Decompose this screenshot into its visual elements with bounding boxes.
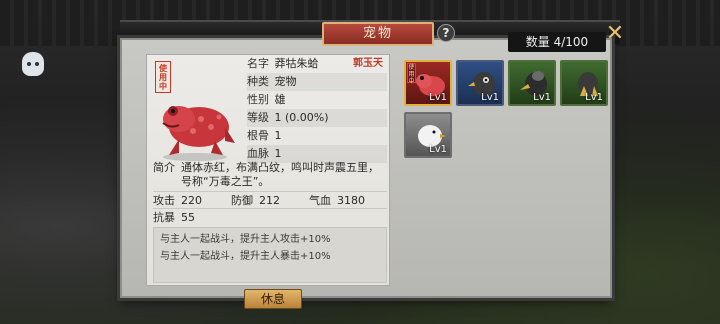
in-use-mini-tag: 使用中 xyxy=(407,63,416,85)
field-name: 名字 莽牯朱蛤 郭玉天 xyxy=(247,55,387,73)
pet-slot-vulture[interactable]: Lv1 xyxy=(508,60,556,106)
pet-slot-white-bird[interactable]: Lv1 xyxy=(404,112,452,158)
close-button[interactable]: ✕ xyxy=(604,23,626,46)
pet-slot-falcon[interactable]: Lv1 xyxy=(560,60,608,106)
rest-button[interactable]: 休息 xyxy=(244,289,302,309)
pet-grid: 使用中 Lv1 Lv1 Lv1 Lv1 Lv1 xyxy=(400,56,610,256)
field-level: 等级 1 (0.00%) xyxy=(247,109,387,127)
stats-row-1: 攻击 220 防御 212 气血 3180 xyxy=(153,191,387,208)
pet-detail-card: 使用中 名字 莽牯朱蛤 郭玉天 种类 宠物 性别 雄 等级 1 (0.00%) … xyxy=(146,54,390,286)
pet-description: 简介 通体赤红，布满凸纹，鸣叫时声震五里，号称“万毒之王”。 xyxy=(153,161,379,188)
field-gender: 性别 雄 xyxy=(247,93,286,106)
owner-tag: 郭玉天 xyxy=(353,58,383,69)
side-robot-icon[interactable] xyxy=(22,52,44,76)
skill-item: 与主人一起战斗，提升主人攻击+10% xyxy=(160,234,331,245)
stats-row-2: 抗暴 55 xyxy=(153,208,387,225)
skill-list: 与主人一起战斗，提升主人攻击+10% 与主人一起战斗，提升主人暴击+10% xyxy=(153,227,387,283)
toad-portrait-icon xyxy=(162,106,235,161)
pet-slot-toad[interactable]: 使用中 Lv1 xyxy=(404,60,452,106)
skill-item: 与主人一起战斗，提升主人暴击+10% xyxy=(160,251,331,262)
help-icon[interactable]: ? xyxy=(437,24,455,42)
window-title: 宠物 xyxy=(322,22,434,46)
field-root: 根骨 1 xyxy=(247,129,282,142)
pet-count: 数量 4/100 xyxy=(508,32,606,52)
field-type: 种类 宠物 xyxy=(247,73,387,91)
pet-slot-eagle[interactable]: Lv1 xyxy=(456,60,504,106)
